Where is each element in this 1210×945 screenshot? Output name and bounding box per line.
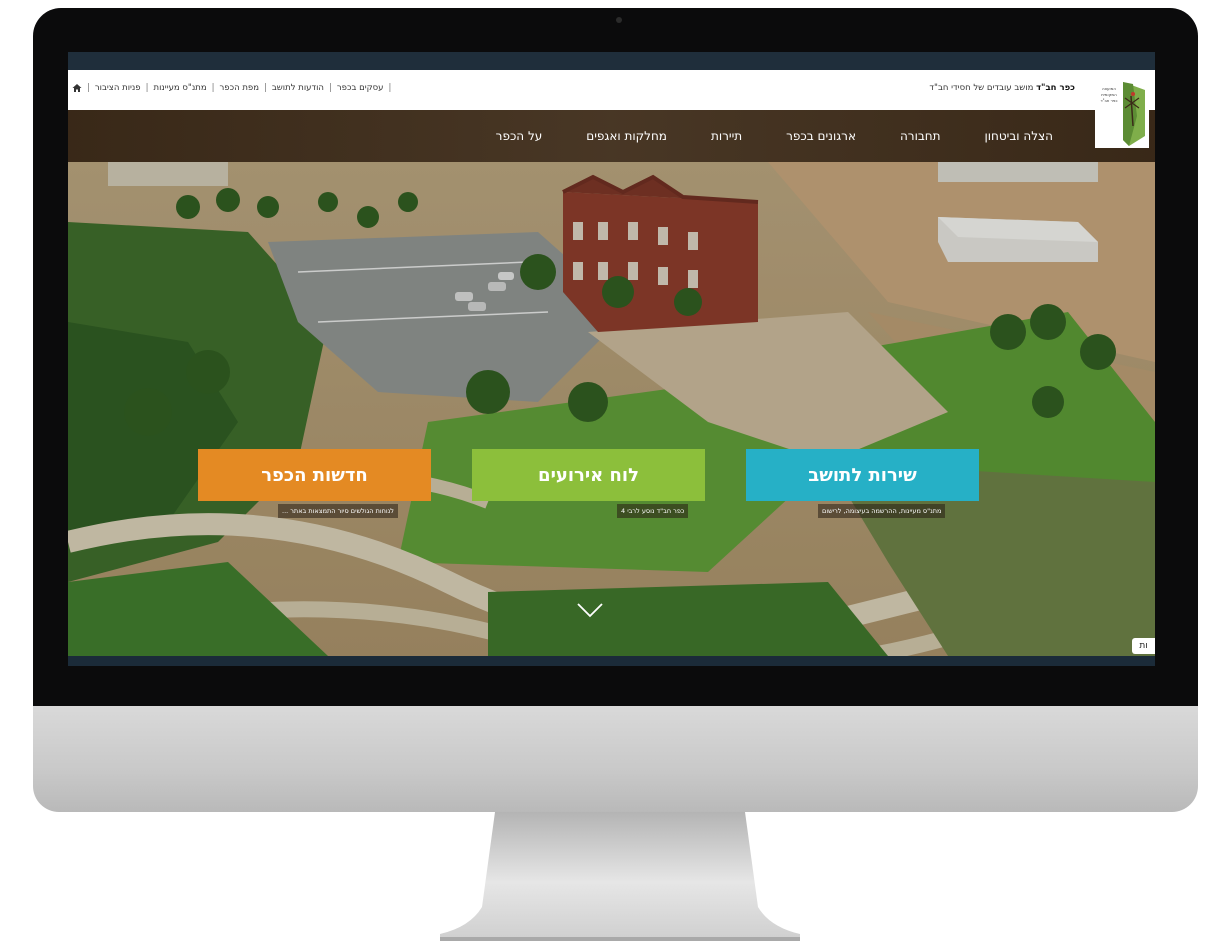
nav-about[interactable]: על הכפר [474,129,565,143]
top-links: | עסקים בכפר | הודעות לתושב | מפת הכפר |… [72,83,391,93]
nav-departments[interactable]: מחלקות ואגפים [564,129,689,143]
cta-news[interactable]: חדשות הכפר [198,449,431,501]
nav-tourism[interactable]: תיירות [689,129,764,143]
browser-screen: | עסקים בכפר | הודעות לתושב | מפת הכפר |… [68,52,1155,666]
main-navbar: על הכפר מחלקות ואגפים תיירות ארגונים בכפ… [68,110,1155,162]
cta-events[interactable]: לוח אירועים [472,449,705,501]
cta-events-title: לוח אירועים [538,464,639,486]
main-nav: על הכפר מחלקות ואגפים תיירות ארגונים בכפ… [474,110,1075,162]
monitor-chin [33,706,1198,812]
top-utility-bar: | עסקים בכפר | הודעות לתושב | מפת הכפר |… [68,70,1155,110]
link-businesses[interactable]: עסקים בכפר [337,83,384,93]
council-logo[interactable]: המועצה המקומית כפר חב"ד [1093,76,1151,150]
nav-rescue-security[interactable]: הצלה וביטחון [963,129,1075,143]
nav-transportation[interactable]: תחבורה [878,129,963,143]
svg-text:המועצה: המועצה [1102,86,1116,91]
cta-news-title: חדשות הכפר [261,464,368,486]
link-public-inquiries[interactable]: פניות הציבור [95,83,141,93]
site-tagline: כפר חב"ד מושב עובדים של חסידי חב"ד [929,83,1075,93]
cta-services-title: שירות לתושב [808,464,917,486]
svg-text:כפר חב"ד: כפר חב"ד [1100,98,1117,103]
tagline-text: מושב עובדים של חסידי חב"ד [929,83,1034,93]
camera-dot [616,17,622,23]
monitor-stand [440,812,800,941]
link-village-map[interactable]: מפת הכפר [219,83,259,93]
link-community-center[interactable]: מתנ"ס מעיינות [154,83,207,93]
link-resident-notices[interactable]: הודעות לתושב [272,83,324,93]
nav-organizations[interactable]: ארגונים בכפר [764,129,878,143]
accessibility-side-tab[interactable]: ות [1132,638,1155,654]
svg-text:המקומית: המקומית [1101,92,1117,97]
cta-services-subtitle[interactable]: מתנ"ס מעיינות, ההרשמה בעיצומה, לרישום [818,504,946,518]
tagline-name: כפר חב"ד [1036,83,1075,93]
home-icon[interactable] [72,83,82,93]
cta-news-subtitle[interactable]: לנוחות הגולשים סיור התמצאות באתר ... [278,504,398,518]
hero-aerial-image [68,162,1155,656]
cta-events-subtitle[interactable]: כפר חב"ד נוסע לרבי 4 [617,504,689,518]
chevron-down-icon[interactable] [575,601,605,619]
screen-bottom-strip [68,656,1155,666]
cta-resident-services[interactable]: שירות לתושב [746,449,979,501]
